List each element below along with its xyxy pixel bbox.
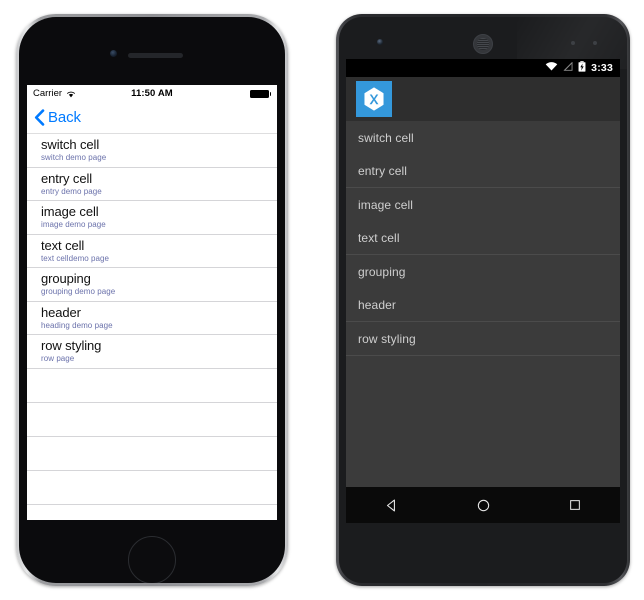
android-device-frame: 3:33 switch cell entry cell image cell text… <box>336 14 630 586</box>
ios-list-item-detail: text celldemo page <box>41 253 110 263</box>
android-navigation-bar <box>346 487 620 523</box>
android-list-item-label: entry cell <box>358 163 408 178</box>
android-list-item-label: image cell <box>358 197 414 212</box>
ios-list-item-title: text cell <box>41 237 85 253</box>
battery-charging-icon <box>578 61 586 75</box>
ios-list-item-detail: entry demo page <box>41 186 102 196</box>
android-list-item-label: grouping <box>358 264 406 279</box>
ios-list-empty-row <box>27 436 277 471</box>
ios-status-bar: Carrier 11:50 AM <box>27 85 277 102</box>
android-list-view[interactable]: switch cell entry cell image cell text cell… <box>346 121 620 356</box>
android-list-item[interactable]: header <box>346 288 620 321</box>
android-list-item[interactable]: row styling <box>346 322 620 355</box>
android-proximity-sensors <box>571 41 597 45</box>
ios-list-item[interactable]: switch cell switch demo page <box>27 134 277 168</box>
ios-list-item-detail: row page <box>41 354 75 363</box>
ios-list-item[interactable]: image cell image demo page <box>27 201 277 235</box>
xamarin-logo-icon[interactable] <box>356 81 392 117</box>
ios-list-item-detail: grouping demo page <box>41 287 116 296</box>
android-list-item-label: row styling <box>358 331 416 346</box>
battery-full-icon <box>249 89 271 98</box>
ios-list-item-title: row styling <box>41 338 102 353</box>
ios-back-button[interactable]: Back <box>34 109 81 126</box>
ios-list-item[interactable]: header heading demo page <box>27 301 277 335</box>
android-action-bar <box>346 77 620 121</box>
ios-list-view[interactable]: switch cell switch demo page entry cell ent… <box>27 134 277 505</box>
nav-back-triangle-icon[interactable] <box>384 498 399 513</box>
nav-recents-square-icon[interactable] <box>568 498 582 512</box>
iphone-earpiece-speaker <box>128 53 183 58</box>
android-list-item-label: text cell <box>358 230 400 245</box>
ios-back-label: Back <box>48 109 81 126</box>
screenshot-stage: Carrier 11:50 AM Back switch cell switch… <box>0 0 644 600</box>
ios-list-item-title: header <box>41 304 81 320</box>
ios-navigation-bar: Back <box>27 102 277 134</box>
ios-list-empty-row <box>27 368 277 403</box>
android-front-camera-icon <box>377 39 383 45</box>
ios-list-item-title: entry cell <box>41 170 93 186</box>
ios-list-item-detail: switch demo page <box>41 153 107 162</box>
ios-list-item-title: image cell <box>41 204 99 219</box>
iphone-front-camera-icon <box>110 50 117 57</box>
ios-list-empty-row <box>27 402 277 437</box>
android-list-item[interactable]: grouping <box>346 255 620 288</box>
android-earpiece-speaker <box>473 34 493 54</box>
android-clock: 3:33 <box>591 62 613 74</box>
android-body: 3:33 switch cell entry cell image cell text… <box>339 17 627 583</box>
wifi-icon <box>545 62 558 74</box>
iphone-home-button[interactable] <box>128 536 176 583</box>
android-list-separator <box>346 355 620 356</box>
ios-list-item[interactable]: row styling row page <box>27 335 277 369</box>
nav-home-circle-icon[interactable] <box>476 498 491 513</box>
iphone-device-frame: Carrier 11:50 AM Back switch cell switch… <box>16 14 288 586</box>
android-screen: 3:33 switch cell entry cell image cell text… <box>346 59 620 523</box>
android-list-item[interactable]: switch cell <box>346 121 620 154</box>
android-status-bar: 3:33 <box>346 59 620 77</box>
ios-clock: 11:50 AM <box>131 88 173 99</box>
android-list-item-label: header <box>358 297 396 312</box>
android-list-item-label: switch cell <box>358 130 414 145</box>
ios-list-item[interactable]: grouping grouping demo page <box>27 268 277 302</box>
android-list-item[interactable]: image cell <box>346 188 620 221</box>
ios-list-item-detail: heading demo page <box>41 320 113 330</box>
ios-list-item-detail: image demo page <box>41 220 106 229</box>
ios-list-item[interactable]: entry cell entry demo page <box>27 167 277 201</box>
ios-list-empty-row <box>27 470 277 505</box>
ios-list-item[interactable]: text cell text celldemo page <box>27 234 277 268</box>
iphone-screen: Carrier 11:50 AM Back switch cell switch… <box>27 85 277 520</box>
chevron-left-icon <box>34 109 45 126</box>
ios-list-item-title: switch cell <box>41 137 100 152</box>
android-list-item[interactable]: entry cell <box>346 154 620 187</box>
iphone-body: Carrier 11:50 AM Back switch cell switch… <box>19 17 285 583</box>
signal-no-service-icon <box>563 61 573 74</box>
android-list-item[interactable]: text cell <box>346 221 620 254</box>
ios-list-item-title: grouping <box>41 271 91 286</box>
